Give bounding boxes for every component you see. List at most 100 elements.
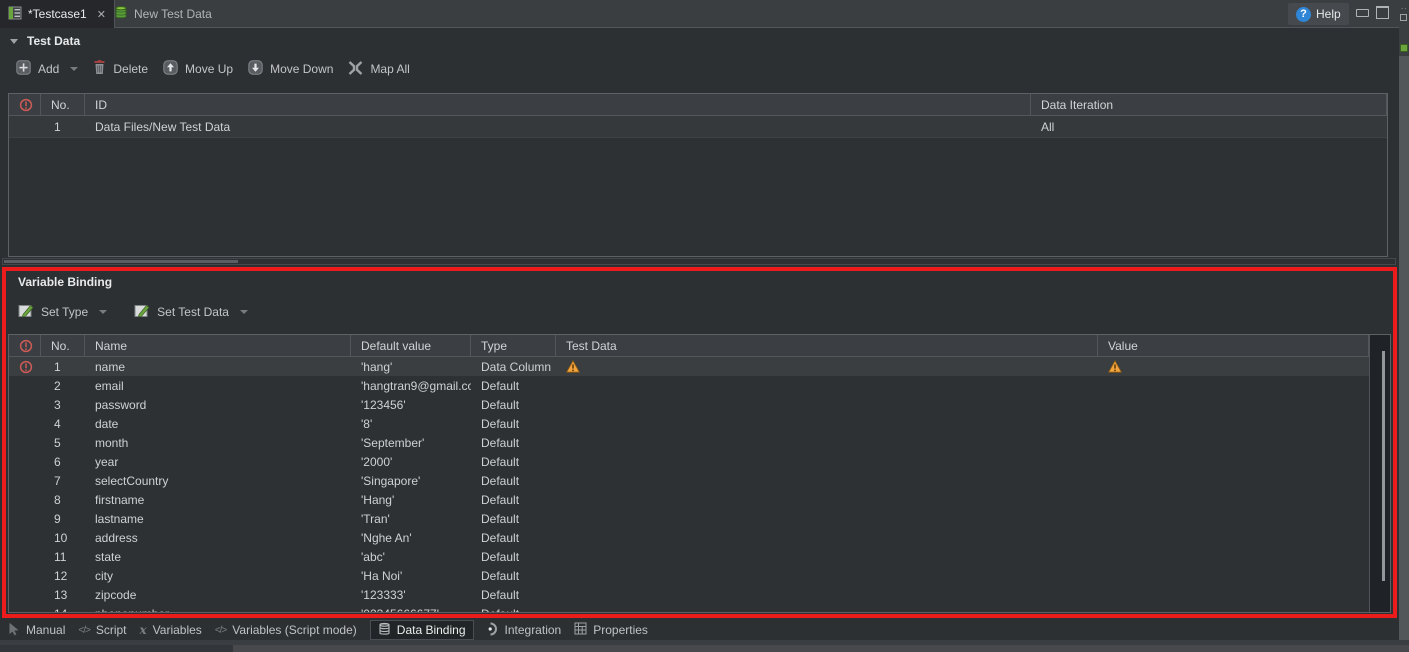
rail-database-icon[interactable] xyxy=(1400,44,1408,52)
variable-binding-row[interactable]: 10address'Nghe An'Default xyxy=(9,528,1390,547)
scrollbar-thumb[interactable] xyxy=(4,260,238,263)
horizontal-scrollbar[interactable] xyxy=(2,258,1396,265)
maximize-icon[interactable] xyxy=(1376,6,1389,19)
error-icon xyxy=(19,360,33,374)
integration-icon xyxy=(487,622,499,639)
add-button[interactable]: Add xyxy=(16,60,59,78)
row-no: 11 xyxy=(41,547,85,566)
close-icon[interactable]: ✕ xyxy=(97,8,106,21)
tab-data-binding[interactable]: Data Binding xyxy=(370,620,474,640)
row-test-data xyxy=(556,414,1098,433)
variable-binding-panel: Variable Binding Set Type Set Test Data xyxy=(2,267,1397,618)
pencil-icon xyxy=(134,303,150,321)
move-up-button[interactable]: Move Up xyxy=(163,60,233,78)
variable-binding-row[interactable]: 6year'2000'Default xyxy=(9,452,1390,471)
properties-grid-icon xyxy=(574,622,587,638)
test-data-row[interactable]: 1Data Files/New Test DataAll xyxy=(9,116,1387,138)
collapse-caret-icon[interactable] xyxy=(10,39,18,44)
row-value xyxy=(1098,395,1369,414)
variable-binding-row[interactable]: 9lastname'Tran'Default xyxy=(9,509,1390,528)
delete-button[interactable]: Delete xyxy=(93,60,148,78)
tab-new-test-data[interactable]: New Test Data xyxy=(106,0,220,28)
help-button[interactable]: ? Help xyxy=(1288,3,1349,25)
scrollbar-thumb[interactable] xyxy=(1382,351,1385,581)
row-value xyxy=(1098,604,1369,612)
row-test-data xyxy=(556,357,1098,376)
row-test-data xyxy=(556,452,1098,471)
right-view-rail[interactable]: .. xyxy=(1399,0,1409,640)
row-error-cell xyxy=(9,604,41,612)
set-type-dropdown-caret-icon[interactable] xyxy=(99,310,107,314)
variable-binding-row[interactable]: 13zipcode'123333'Default xyxy=(9,585,1390,604)
column-header-id[interactable]: ID xyxy=(85,94,1031,115)
variable-binding-row[interactable]: 5month'September'Default xyxy=(9,433,1390,452)
status-strip xyxy=(0,640,1409,652)
row-value xyxy=(1098,452,1369,471)
row-error-cell xyxy=(9,395,41,414)
tab-label: Integration xyxy=(505,623,562,637)
variable-binding-row[interactable]: 14phonenumber'02345666677'Default xyxy=(9,604,1390,612)
row-error-cell xyxy=(9,509,41,528)
row-name: lastname xyxy=(85,509,351,528)
column-header-default-value[interactable]: Default value xyxy=(351,335,471,356)
tab-testcase1[interactable]: *Testcase1 ✕ xyxy=(0,0,115,28)
test-data-section-header[interactable]: Test Data xyxy=(10,34,80,48)
set-test-data-button[interactable]: Set Test Data xyxy=(134,303,229,321)
variable-binding-row[interactable]: 3password'123456'Default xyxy=(9,395,1390,414)
button-label: Set Test Data xyxy=(157,305,229,319)
tab-properties[interactable]: Properties xyxy=(574,620,648,640)
row-type: Data Column xyxy=(471,357,556,376)
tab-label: Variables (Script mode) xyxy=(232,623,357,637)
section-title: Variable Binding xyxy=(18,275,112,289)
column-header-test-data[interactable]: Test Data xyxy=(556,335,1098,356)
variable-binding-row[interactable]: 11state'abc'Default xyxy=(9,547,1390,566)
error-column-header[interactable] xyxy=(9,335,41,356)
row-value xyxy=(1098,509,1369,528)
column-header-data-iteration[interactable]: Data Iteration xyxy=(1031,94,1387,115)
column-header-value[interactable]: Value xyxy=(1098,335,1369,356)
tab-variables[interactable]: x Variables xyxy=(140,620,202,640)
variable-binding-row[interactable]: 12city'Ha Noi'Default xyxy=(9,566,1390,585)
variable-binding-row[interactable]: 1name'hang'Data Column xyxy=(9,357,1390,376)
row-no: 7 xyxy=(41,471,85,490)
row-default-value: 'Nghe An' xyxy=(351,528,471,547)
row-no: 14 xyxy=(41,604,85,612)
column-header-no[interactable]: No. xyxy=(41,94,85,115)
row-type: Default xyxy=(471,490,556,509)
row-test-data xyxy=(556,604,1098,612)
test-data-table-header: No. ID Data Iteration xyxy=(9,94,1387,116)
column-header-name[interactable]: Name xyxy=(85,335,351,356)
tab-integration[interactable]: Integration xyxy=(487,620,562,640)
tab-script[interactable]: </> Script xyxy=(78,620,126,640)
row-type: Default xyxy=(471,433,556,452)
row-default-value: '123456' xyxy=(351,395,471,414)
map-all-button[interactable]: Map All xyxy=(348,61,409,78)
tab-label: *Testcase1 xyxy=(28,7,87,21)
set-type-button[interactable]: Set Type xyxy=(18,303,88,321)
tab-label: New Test Data xyxy=(134,7,212,21)
move-down-button[interactable]: Move Down xyxy=(248,60,333,78)
row-default-value: '8' xyxy=(351,414,471,433)
error-column-header[interactable] xyxy=(9,94,41,115)
row-value xyxy=(1098,547,1369,566)
variable-binding-row[interactable]: 7selectCountry'Singapore'Default xyxy=(9,471,1390,490)
minimize-icon[interactable] xyxy=(1356,9,1369,17)
row-type: Default xyxy=(471,509,556,528)
variable-binding-row[interactable]: 4date'8'Default xyxy=(9,414,1390,433)
column-header-no[interactable]: No. xyxy=(41,335,85,356)
row-default-value: 'Ha Noi' xyxy=(351,566,471,585)
variable-binding-row[interactable]: 2email'hangtran9@gmail.com'Default xyxy=(9,376,1390,395)
row-name: date xyxy=(85,414,351,433)
column-header-type[interactable]: Type xyxy=(471,335,556,356)
row-test-data xyxy=(556,395,1098,414)
variable-binding-row[interactable]: 8firstname'Hang'Default xyxy=(9,490,1390,509)
rail-panel-icon[interactable] xyxy=(1400,14,1407,21)
vertical-scrollbar[interactable] xyxy=(1369,335,1391,612)
add-dropdown-caret-icon[interactable] xyxy=(70,67,78,71)
tab-manual[interactable]: Manual xyxy=(8,620,65,640)
set-test-data-dropdown-caret-icon[interactable] xyxy=(240,310,248,314)
tab-variables-script-mode[interactable]: </> Variables (Script mode) xyxy=(215,620,357,640)
row-no: 1 xyxy=(41,116,85,137)
row-value xyxy=(1098,490,1369,509)
row-default-value: '2000' xyxy=(351,452,471,471)
